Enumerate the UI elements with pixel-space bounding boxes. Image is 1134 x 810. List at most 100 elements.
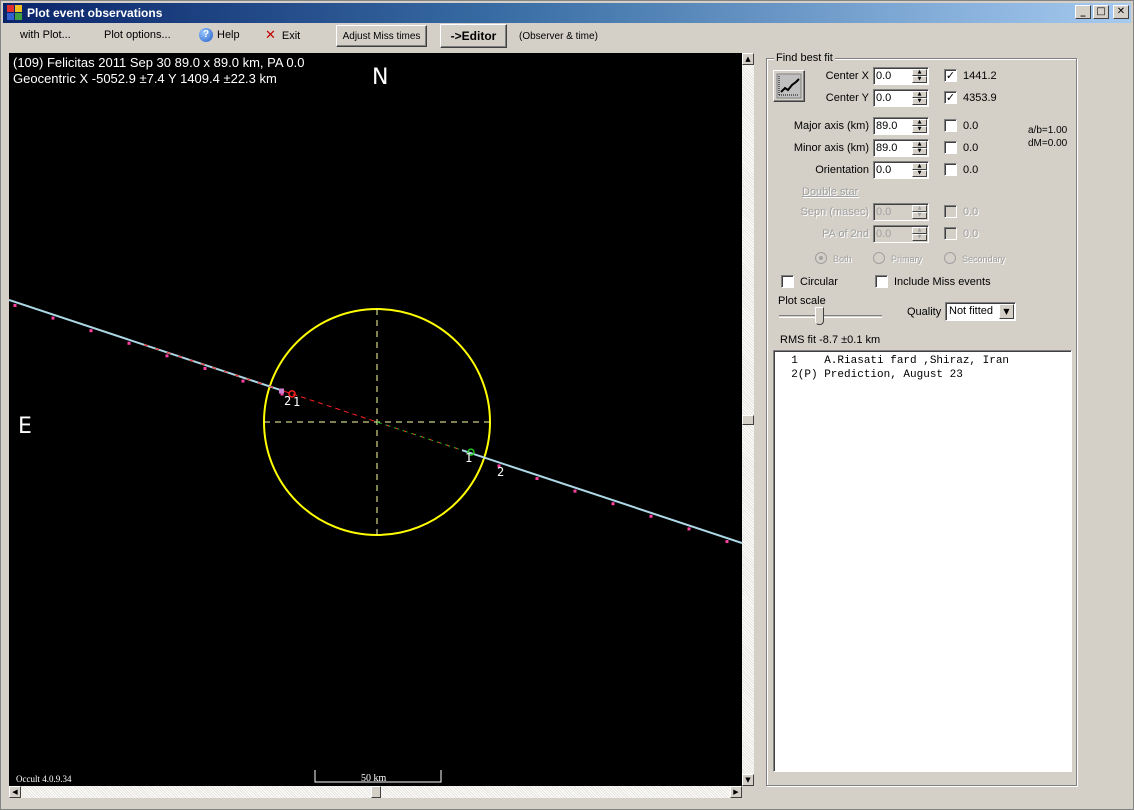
major-axis-checkbox[interactable] [944,119,957,132]
version-label: Occult 4.0.9.34 [16,774,72,784]
menu-help[interactable]: ? Help [199,28,240,42]
rms-fit-label: RMS fit -8.7 ±0.1 km [780,334,881,346]
spin-down-icon[interactable]: ▼ [912,148,927,155]
scroll-down-button[interactable]: ▼ [742,774,754,786]
east-label: E [18,414,32,439]
minor-axis-checkbox[interactable] [944,141,957,154]
app-window: Plot event observations _ □ ✕ with Plot.… [0,0,1134,810]
chord-label-2-left: 2 [284,394,291,408]
center-y-checkbox[interactable]: ✓ [944,91,957,104]
plot-canvas[interactable]: 2112 (109) Felicitas 2011 Sep 30 89.0 x … [9,53,742,786]
double-star-label: Double star [802,186,859,198]
spin-down-icon[interactable]: ▼ [912,76,927,83]
radio-both [815,252,827,264]
scroll-left-button[interactable]: ◀ [9,786,21,798]
chord-label-2-right: 2 [497,465,504,479]
center-y-input[interactable] [876,91,912,105]
chord-time-marker [203,366,207,370]
menu-plot-options-label: Plot options... [104,29,171,41]
sepn-checkbox [944,205,957,218]
chord-time-marker [535,477,539,481]
sepn-spinner: ▲▼ [873,203,929,221]
center-x-result: 1441.2 [963,70,997,82]
center-x-checkbox[interactable]: ✓ [944,69,957,82]
spin-down-icon[interactable]: ▼ [912,170,927,177]
window-title: Plot event observations [27,6,163,20]
minor-axis-input[interactable] [876,141,912,155]
minimize-button[interactable]: _ [1075,5,1091,19]
include-miss-checkbox[interactable] [875,275,888,288]
scatter-fit-icon [776,73,802,99]
maximize-button[interactable]: □ [1093,5,1109,19]
spin-up-icon[interactable]: ▲ [912,69,927,76]
quality-label: Quality [907,306,942,318]
chord-time-marker [165,354,169,358]
menu-with-plot[interactable]: with Plot... [20,29,71,41]
orientation-input[interactable] [876,163,912,177]
plot-scale-label: Plot scale [778,295,826,307]
close-button[interactable]: ✕ [1113,5,1129,19]
north-label: N [372,65,389,90]
minor-axis-result: 0.0 [963,142,979,154]
radio-secondary-label: Secondary [962,254,1006,264]
plot-header-geocentric: Geocentric X -5052.9 ±7.4 Y 1409.4 ±22.3… [13,71,277,86]
horizontal-scroll-thumb[interactable] [371,786,381,798]
quality-select[interactable]: Not fitted ▼ [945,302,1016,321]
menu-exit-label: Exit [281,29,301,42]
chord-inner-green [376,421,463,451]
spin-up-icon[interactable]: ▲ [912,119,927,126]
chord-time-marker [611,502,615,506]
list-item[interactable]: 2(P) Prediction, August 23 [778,368,1071,382]
editor-button[interactable]: ->Editor [440,24,507,48]
orientation-spinner[interactable]: ▲▼ [873,161,929,179]
spin-up-icon: ▲ [912,227,927,234]
spin-down-icon: ▼ [912,212,927,219]
chord-time-marker [89,329,93,333]
menu-help-label: Help [217,29,240,41]
circular-checkbox[interactable] [781,275,794,288]
orientation-label: Orientation [815,164,869,176]
chord-time-marker [649,514,653,518]
pa2-label: PA of 2nd [822,228,869,240]
scroll-right-button[interactable]: ▶ [730,786,742,798]
menu-plot-options[interactable]: Plot options... [104,29,171,41]
center-x-spinner[interactable]: ▲▼ [873,67,929,85]
center-x-input[interactable] [876,69,912,83]
sepn-input [876,205,912,219]
plot-horizontal-scrollbar[interactable]: ◀ ▶ [9,786,742,798]
spin-up-icon[interactable]: ▲ [912,163,927,170]
spin-up-icon[interactable]: ▲ [912,141,927,148]
plot-scale-thumb[interactable] [815,307,824,325]
sepn-result: 0.0 [963,206,979,218]
spin-down-icon: ▼ [912,234,927,241]
major-axis-label: Major axis (km) [793,120,869,132]
observer-list[interactable]: 1 A.Riasati fard ,Shiraz, Iran 2(P) Pred… [773,350,1072,772]
major-axis-spinner[interactable]: ▲▼ [873,117,929,135]
pred-disappear-marker [279,388,284,394]
minor-axis-spinner[interactable]: ▲▼ [873,139,929,157]
menu-bar: with Plot... Plot options... ? Help ✕ Ex… [3,24,1131,49]
dropdown-arrow-icon[interactable]: ▼ [999,304,1014,319]
major-axis-input[interactable] [876,119,912,133]
center-y-spinner[interactable]: ▲▼ [873,89,929,107]
pa2-input [876,227,912,241]
find-best-fit-title: Find best fit [774,52,835,64]
orientation-checkbox[interactable] [944,163,957,176]
spin-down-icon[interactable]: ▼ [912,126,927,133]
chord-label-1-right: 1 [465,451,472,465]
menu-exit[interactable]: ✕ Exit [265,28,300,43]
center-x-label: Center X [825,70,869,82]
spin-down-icon[interactable]: ▼ [912,98,927,105]
orientation-result: 0.0 [963,164,979,176]
chord-time-marker [241,379,245,383]
plot-vertical-scrollbar[interactable]: ▲ ▼ [742,53,754,786]
list-item[interactable]: 1 A.Riasati fard ,Shiraz, Iran [778,354,1071,368]
adjust-miss-times-button[interactable]: Adjust Miss times [336,25,427,47]
radio-primary-label: Primary [891,254,922,264]
vertical-scroll-thumb[interactable] [742,415,754,425]
scroll-up-button[interactable]: ▲ [742,53,754,65]
fit-button[interactable] [773,70,805,102]
spin-up-icon[interactable]: ▲ [912,91,927,98]
observer-time-label: (Observer & time) [519,31,598,42]
plot-scale-track[interactable] [779,315,882,318]
